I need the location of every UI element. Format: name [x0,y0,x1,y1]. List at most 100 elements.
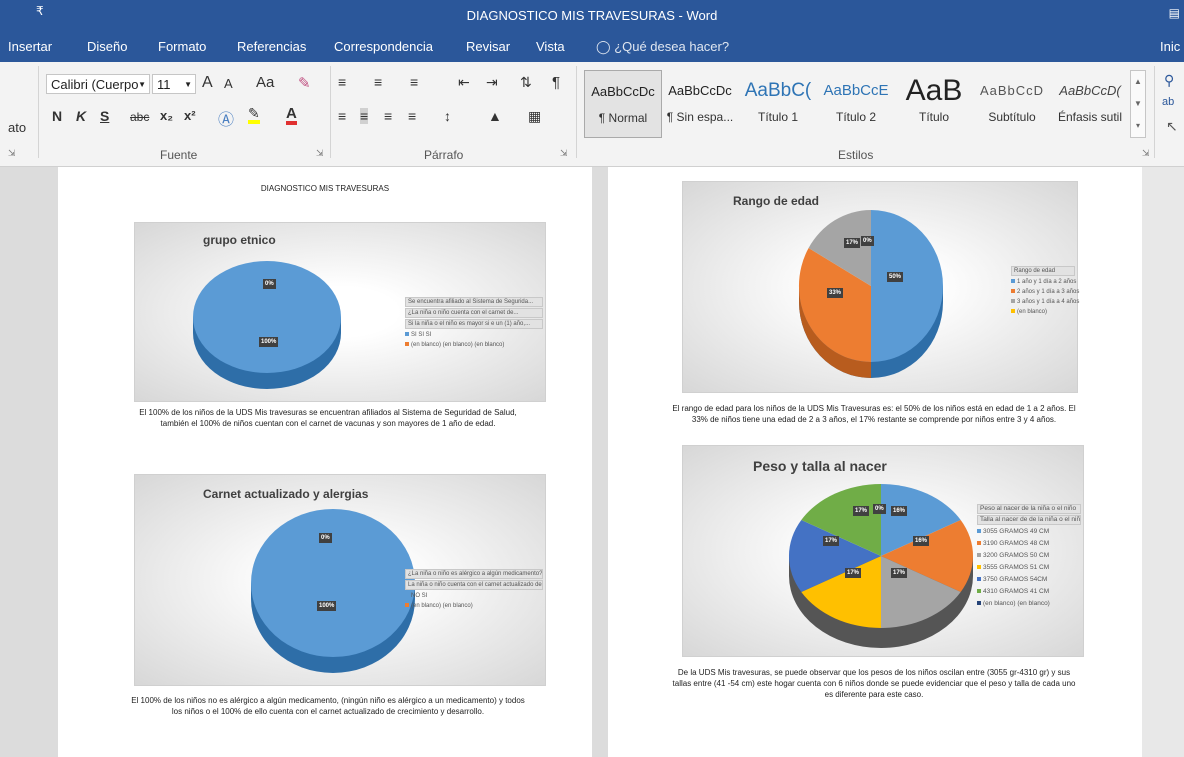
clear-formatting-icon[interactable]: ✎ [298,74,311,92]
shading-icon[interactable]: ▲ [488,108,502,124]
caption-carnet-alergias: El 100% de los niños no es alérgico a al… [131,696,525,716]
data-label: 16% [891,506,908,516]
styles-launcher-icon[interactable]: ⇲ [1142,148,1150,159]
tab-diseno[interactable]: Diseño [87,39,127,54]
tab-referencias[interactable]: Referencias [237,39,306,54]
chart-title: Peso y talla al nacer [753,458,887,474]
style-sin-espaciado[interactable]: AaBbCcDc ¶ Sin espa... [662,70,738,136]
select-cursor-icon[interactable]: ↖ [1166,118,1178,135]
strikethrough-button[interactable]: abc [130,110,149,124]
justify-icon[interactable]: ≡ [408,108,416,124]
line-spacing-icon[interactable]: ↕ [444,108,451,124]
text-effects-icon[interactable]: Ⓐ [218,106,234,130]
bold-button[interactable]: N [52,108,62,124]
borders-icon[interactable]: ▦ [528,108,541,125]
font-group-label: Fuente [160,148,198,162]
style-normal[interactable]: AaBbCcDc ¶ Normal [584,70,662,138]
data-label: 100% [317,601,337,611]
document-page-left[interactable]: DIAGNOSTICO MIS TRAVESURAS grupo etnico … [58,167,592,757]
legend-item: 3055 GRAMOS 49 CM [977,526,1081,538]
align-left-icon[interactable]: ≡ [338,108,346,124]
style-subtitulo[interactable]: AaBbCcD Subtítulo [974,70,1050,136]
font-size-select[interactable]: 11 ▼ [152,74,196,94]
data-label: 100% [259,337,279,347]
data-label: 50% [887,272,904,282]
legend-filter[interactable]: ¿La niña o niño cuenta con el carnet de.… [405,308,543,318]
caption-grupo-etnico: El 100% de los niños de la UDS Mis trave… [139,408,517,428]
highlight-color-icon[interactable]: ✎ [248,106,260,124]
legend-item: 3 años y 1 día a 4 años [1011,297,1079,307]
styles-gallery-scroll[interactable]: ▲ ▼ ▾ [1130,70,1146,138]
chart-rango-edad[interactable]: Rango de edad 17% 0% 50% 33% Rango de ed… [682,181,1079,393]
align-center-icon[interactable]: ≡ [360,108,369,124]
tab-revisar[interactable]: Revisar [466,39,510,54]
legend-filter[interactable]: Se encuentra afiliado al Sistema de Segu… [405,297,543,307]
tab-correspondencia[interactable]: Correspondencia [334,39,433,54]
bullets-icon[interactable]: ≡ [338,74,346,90]
superscript-button[interactable]: x² [184,108,196,123]
legend-filter[interactable]: Rango de edad [1011,266,1075,276]
tab-formato[interactable]: Formato [158,39,206,54]
document-heading: DIAGNOSTICO MIS TRAVESURAS [260,184,390,193]
numbering-icon[interactable]: ≡ [374,74,382,90]
italic-button[interactable]: K [76,108,86,124]
grow-font-button[interactable]: A [202,74,213,92]
align-right-icon[interactable]: ≡ [384,108,392,124]
pie-3d [193,261,341,389]
tell-me-search[interactable]: ◯ ¿Qué desea hacer? [596,39,729,55]
decrease-indent-icon[interactable]: ⇤ [458,74,470,91]
change-case-button[interactable]: Aa [256,74,274,91]
replace-icon[interactable]: ab [1162,96,1174,108]
find-icon[interactable]: ⚲ [1164,72,1174,89]
tab-insertar[interactable]: Insertar [8,39,52,54]
font-launcher-icon[interactable]: ⇲ [316,148,324,159]
style-titulo-2[interactable]: AaBbCcE Título 2 [818,70,894,136]
increase-indent-icon[interactable]: ⇥ [486,74,498,91]
chart-title: Carnet actualizado y alergias [203,487,369,501]
legend-item: 1 año y 1 día a 2 años [1011,277,1076,287]
paragraph-launcher-icon[interactable]: ⇲ [560,148,568,159]
style-titulo-1[interactable]: AaBbC( Título 1 [740,70,816,136]
document-title: DIAGNOSTICO MIS TRAVESURAS - Word [466,8,718,23]
legend-filter[interactable]: La niña o niño cuenta con el carnet actu… [405,580,543,590]
chart-legend: Rango de edad 1 año y 1 día a 2 años 2 a… [1011,266,1079,317]
legend-filter[interactable]: Peso al nacer de la niña o el niño [977,504,1081,514]
data-label: 17% [891,568,908,578]
chart-legend: Se encuentra afiliado al Sistema de Segu… [405,297,543,350]
clipboard-launcher-icon[interactable]: ⇲ [8,148,16,159]
font-color-icon[interactable]: A [286,106,297,125]
legend-item: (en blanco) (en blanco) [405,601,543,611]
data-label: 17% [845,568,862,578]
chart-grupo-etnico[interactable]: grupo etnico 0% 100% Se encuentra afilia… [134,222,546,402]
legend-item: NO SI [405,591,543,601]
multilevel-list-icon[interactable]: ≡ [410,74,418,90]
underline-button[interactable]: S [100,108,109,124]
legend-item: (en blanco) [1011,307,1075,317]
shrink-font-button[interactable]: A [224,76,233,91]
chart-legend: Peso al nacer de la niña o el niño Talla… [977,504,1081,610]
legend-filter[interactable]: Talla al nacer de de la niña o el niño [977,515,1081,525]
caption-rango-edad: El rango de edad para los niños de la UD… [672,404,1076,424]
show-formatting-icon[interactable]: ¶ [552,74,560,91]
chart-peso-talla[interactable]: Peso y talla al nacer 17% 0% 16% 17% 16%… [682,445,1084,657]
clipboard-group-partial: ato [8,120,27,135]
tab-vista[interactable]: Vista [536,39,565,54]
style-titulo[interactable]: AaB Título [896,70,972,136]
vertical-scroll-area[interactable] [1140,167,1184,757]
data-label: 0% [263,279,276,289]
legend-filter[interactable]: Si la niña o el niño es mayor si e un (1… [405,319,543,329]
sort-icon[interactable]: ⇅ [520,74,532,91]
chart-carnet-alergias[interactable]: Carnet actualizado y alergias 0% 100% ¿L… [134,474,546,686]
subscript-button[interactable]: x₂ [160,108,173,123]
data-label: 0% [873,504,886,514]
style-enfasis-sutil[interactable]: AaBbCcD( Énfasis sutil [1052,70,1128,136]
font-name-select[interactable]: Calibri (Cuerpo ▼ [46,74,150,94]
caption-peso-talla: De la UDS Mis travesuras, se puede obser… [672,668,1076,699]
legend-item: SI SI SI [405,330,543,340]
legend-filter[interactable]: ¿La niña o niño es alérgico a algún medi… [405,569,543,579]
data-label: 17% [853,506,870,516]
tab-inicio-partial[interactable]: Inic [1160,39,1180,54]
ribbon-display-icon[interactable]: ▤ [1169,6,1180,20]
document-page-right[interactable]: Rango de edad 17% 0% 50% 33% Rango de ed… [608,167,1142,757]
lightbulb-icon: ◯ [596,39,611,54]
